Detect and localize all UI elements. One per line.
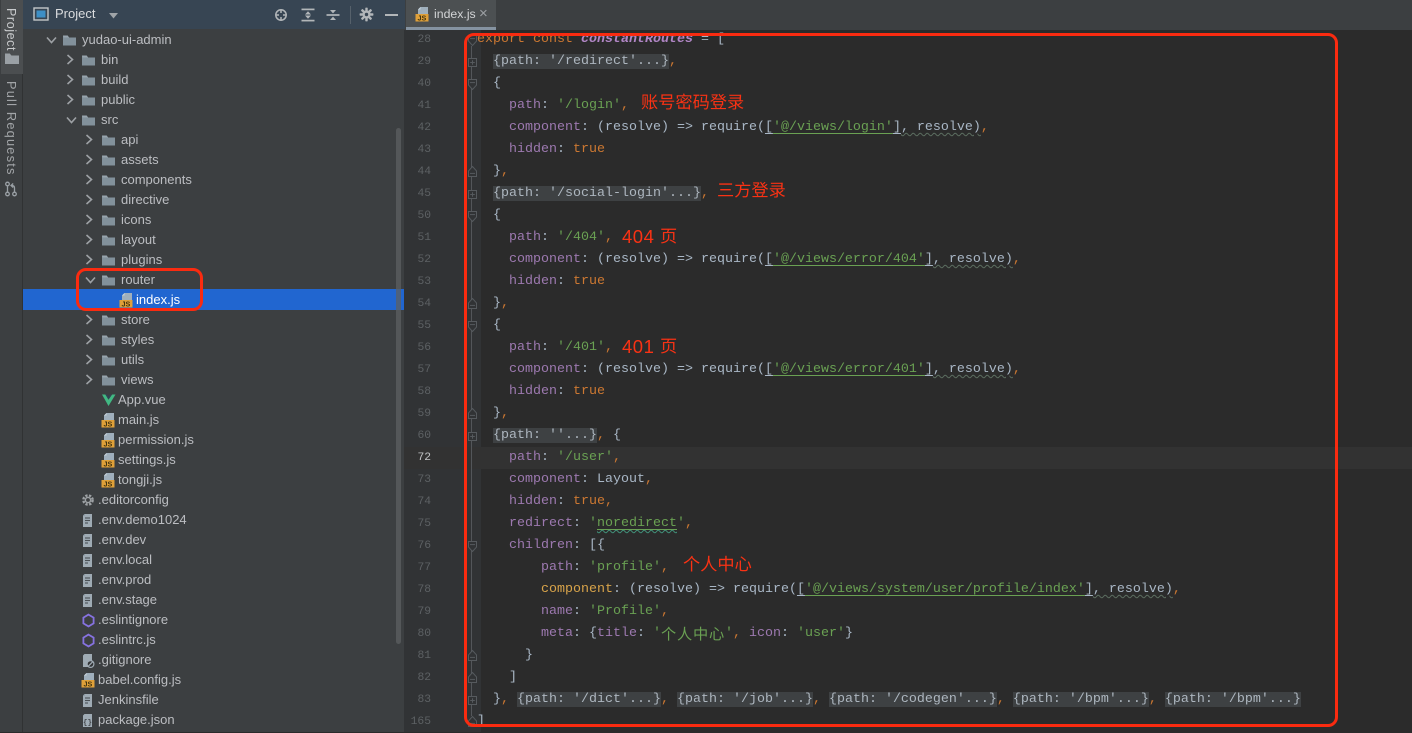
svg-text:JS: JS [104,459,113,468]
svg-text:{}: {} [83,720,92,728]
svg-text:JS: JS [104,419,113,428]
svg-text:JS: JS [104,439,113,448]
svg-text:JS: JS [104,479,113,488]
svg-text:JS: JS [84,679,93,688]
svg-text:JS: JS [418,13,427,22]
